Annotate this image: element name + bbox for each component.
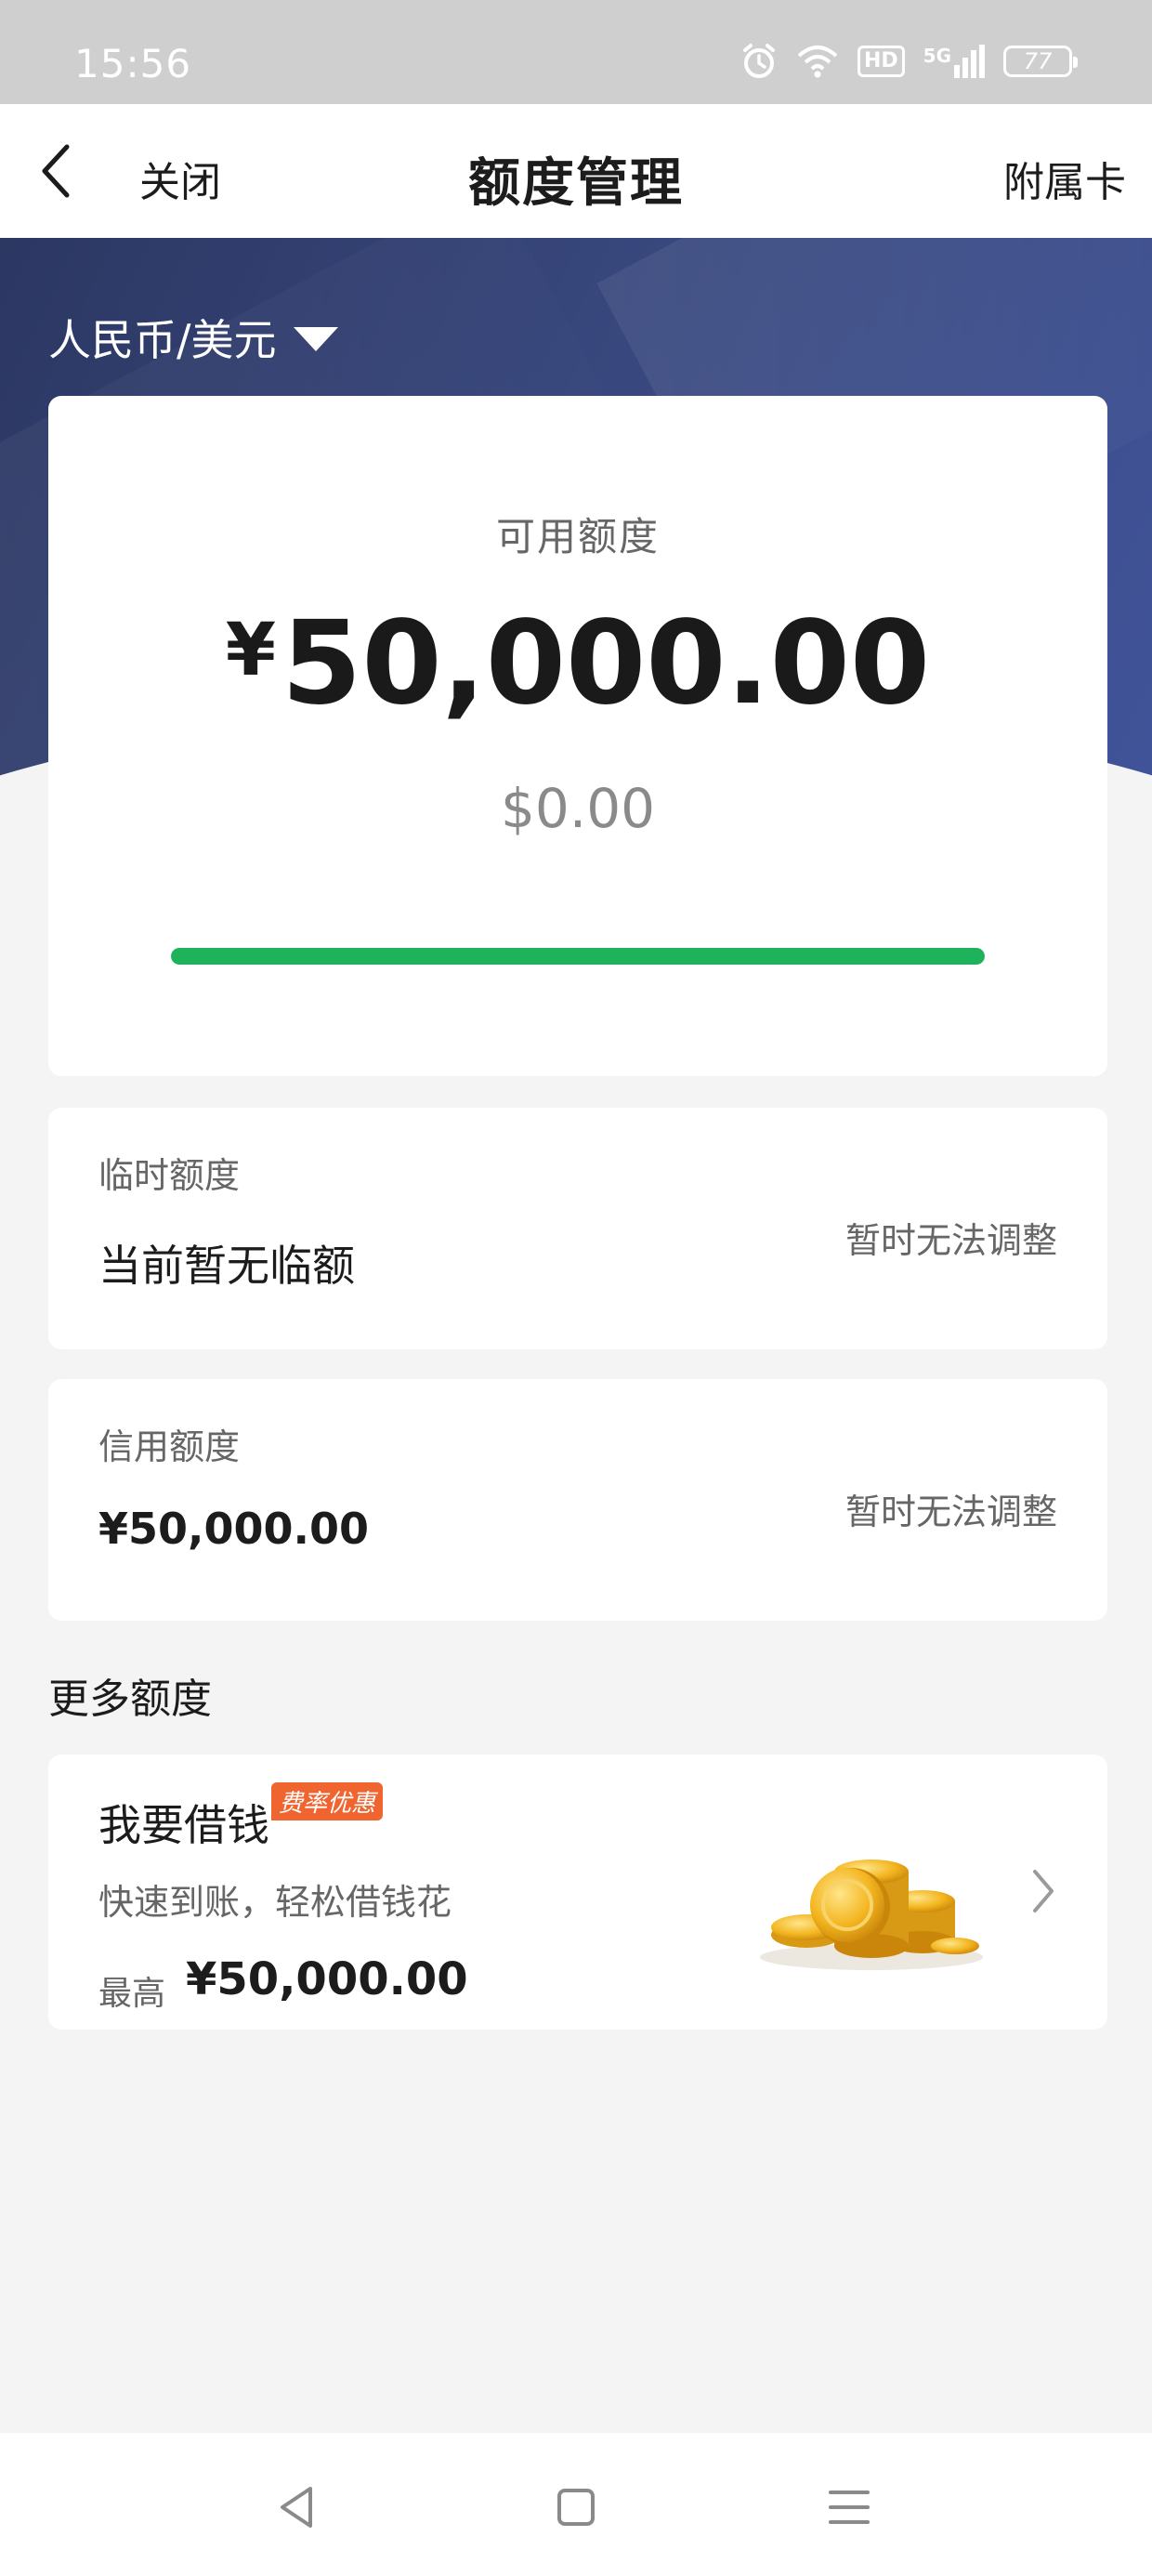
battery-icon: 77	[1003, 46, 1078, 77]
available-limit-label: 可用额度	[495, 514, 660, 559]
status-bar: 15:56 HD 5G 77	[0, 0, 1152, 104]
signal-5g-icon: 5G	[923, 45, 985, 78]
nav-bar: 关闭 额度管理 附属卡	[0, 104, 1152, 238]
alarm-icon	[742, 44, 775, 78]
menu-lines-icon[interactable]	[821, 2479, 877, 2535]
credit-limit-action: 暂时无法调整	[844, 1492, 1057, 1532]
temporary-limit-action: 暂时无法调整	[844, 1220, 1057, 1261]
borrow-max-value: ¥50,000.00	[186, 1953, 468, 2005]
available-limit-card: 可用额度 ¥50,000.00 $0.00	[48, 396, 1107, 1076]
gold-coins-icon	[760, 1860, 983, 1970]
caret-down-icon	[293, 327, 338, 351]
more-limits-title: 更多额度	[48, 1676, 212, 1723]
currency-symbol: ¥	[225, 609, 277, 692]
hd-icon: HD	[857, 46, 905, 77]
status-icons: HD 5G 77	[740, 43, 1078, 80]
wifi-icon	[797, 46, 838, 78]
available-amount-value: 50,000.00	[281, 597, 931, 730]
credit-limit-label: 信用额度	[98, 1426, 241, 1467]
borrow-description: 快速到账，轻松借钱花	[98, 1882, 452, 1923]
temporary-limit-label: 临时额度	[98, 1155, 241, 1196]
usd-amount: $0.00	[500, 777, 656, 840]
borrow-title: 我要借钱	[98, 1800, 269, 1850]
borrow-money-card[interactable]: 我要借钱 费率优惠 快速到账，轻松借钱花 最高 ¥50,000.00	[48, 1755, 1107, 2030]
credit-limit-card[interactable]: 信用额度 ¥50,000.00 暂时无法调整	[48, 1379, 1107, 1621]
rate-discount-badge: 费率优惠	[271, 1782, 384, 1820]
temporary-limit-value: 当前暂无临额	[98, 1241, 355, 1291]
limit-progress-bar	[171, 948, 985, 965]
available-limit-amount: ¥50,000.00	[48, 597, 1107, 730]
credit-limit-value: ¥50,000.00	[98, 1504, 370, 1554]
chevron-right-icon	[1033, 1870, 1054, 1912]
network-label: 5G	[923, 45, 951, 67]
currency-label: 人民币/美元	[48, 315, 277, 365]
status-time: 15:56	[74, 41, 192, 86]
temporary-limit-card[interactable]: 临时额度 当前暂无临额 暂时无法调整	[48, 1108, 1107, 1349]
system-nav-bar	[0, 2433, 1152, 2576]
borrow-max-label: 最高	[98, 1975, 166, 2013]
home-square-icon[interactable]	[548, 2479, 604, 2535]
back-triangle-icon[interactable]	[269, 2479, 325, 2535]
page-title: 额度管理	[468, 153, 684, 214]
currency-selector[interactable]: 人民币/美元	[48, 307, 338, 368]
limit-progress-fill	[171, 948, 985, 965]
supplementary-card-button[interactable]: 附属卡	[1003, 149, 1126, 208]
